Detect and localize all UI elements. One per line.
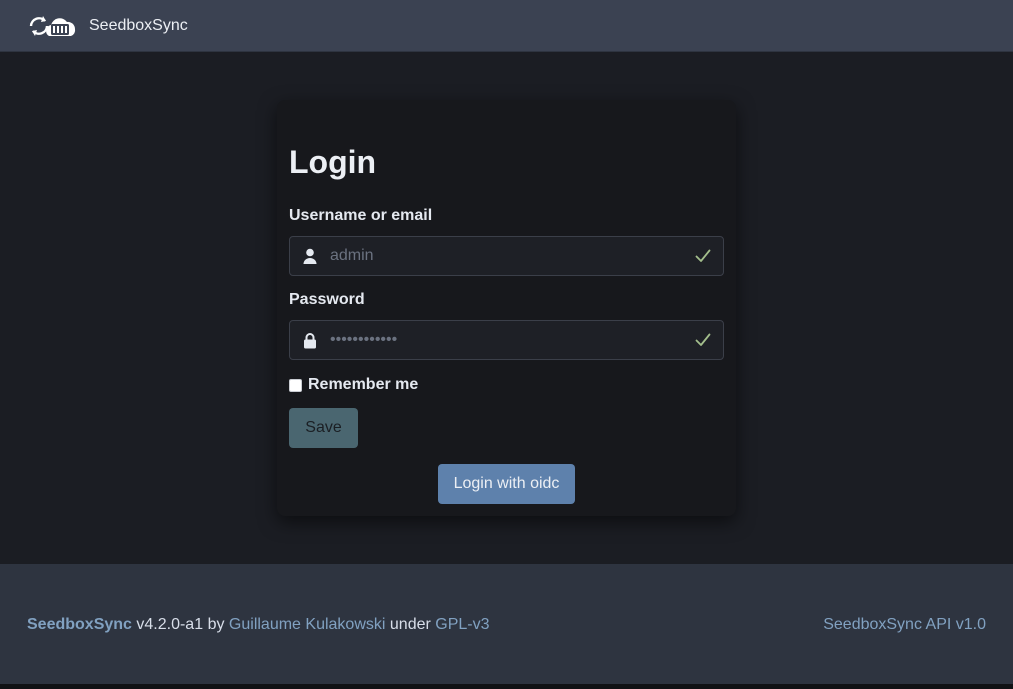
footer-by-text: by	[207, 616, 225, 633]
lock-icon	[290, 320, 330, 360]
brand-name[interactable]: SeedboxSync	[89, 17, 188, 35]
api-docs-link[interactable]: SeedboxSync API v1.0	[823, 616, 986, 634]
bottom-strip	[0, 684, 1013, 689]
footer-version: v4.2.0-a1	[136, 616, 204, 633]
password-valid-check-icon	[683, 320, 723, 360]
footer: SeedboxSync v4.2.0-a1 by Guillaume Kulak…	[0, 564, 1013, 684]
cloud-sync-icon[interactable]	[27, 12, 77, 40]
save-button[interactable]: Save	[289, 408, 358, 448]
password-input[interactable]	[330, 321, 683, 359]
username-field[interactable]	[289, 236, 724, 276]
password-label: Password	[289, 291, 365, 308]
username-input[interactable]	[330, 237, 683, 275]
username-label: Username or email	[289, 207, 433, 224]
login-card: Login Username or email Password	[277, 100, 736, 516]
navbar: SeedboxSync	[0, 0, 1013, 52]
remember-me-label[interactable]: Remember me	[308, 376, 418, 394]
license-link[interactable]: GPL-v3	[435, 616, 489, 633]
password-field[interactable]	[289, 320, 724, 360]
footer-under-text: under	[389, 616, 431, 633]
username-valid-check-icon	[683, 236, 723, 276]
page-title: Login	[289, 144, 377, 180]
login-with-oidc-button[interactable]: Login with oidc	[438, 464, 575, 504]
remember-me-checkbox[interactable]	[289, 378, 302, 392]
footer-credits: SeedboxSync v4.2.0-a1 by Guillaume Kulak…	[27, 616, 490, 634]
user-icon	[290, 236, 330, 276]
author-link[interactable]: Guillaume Kulakowski	[229, 616, 386, 633]
remember-me: Remember me	[289, 376, 418, 394]
footer-brand-link[interactable]: SeedboxSync	[27, 616, 132, 633]
main-content: Login Username or email Password	[0, 53, 1013, 564]
